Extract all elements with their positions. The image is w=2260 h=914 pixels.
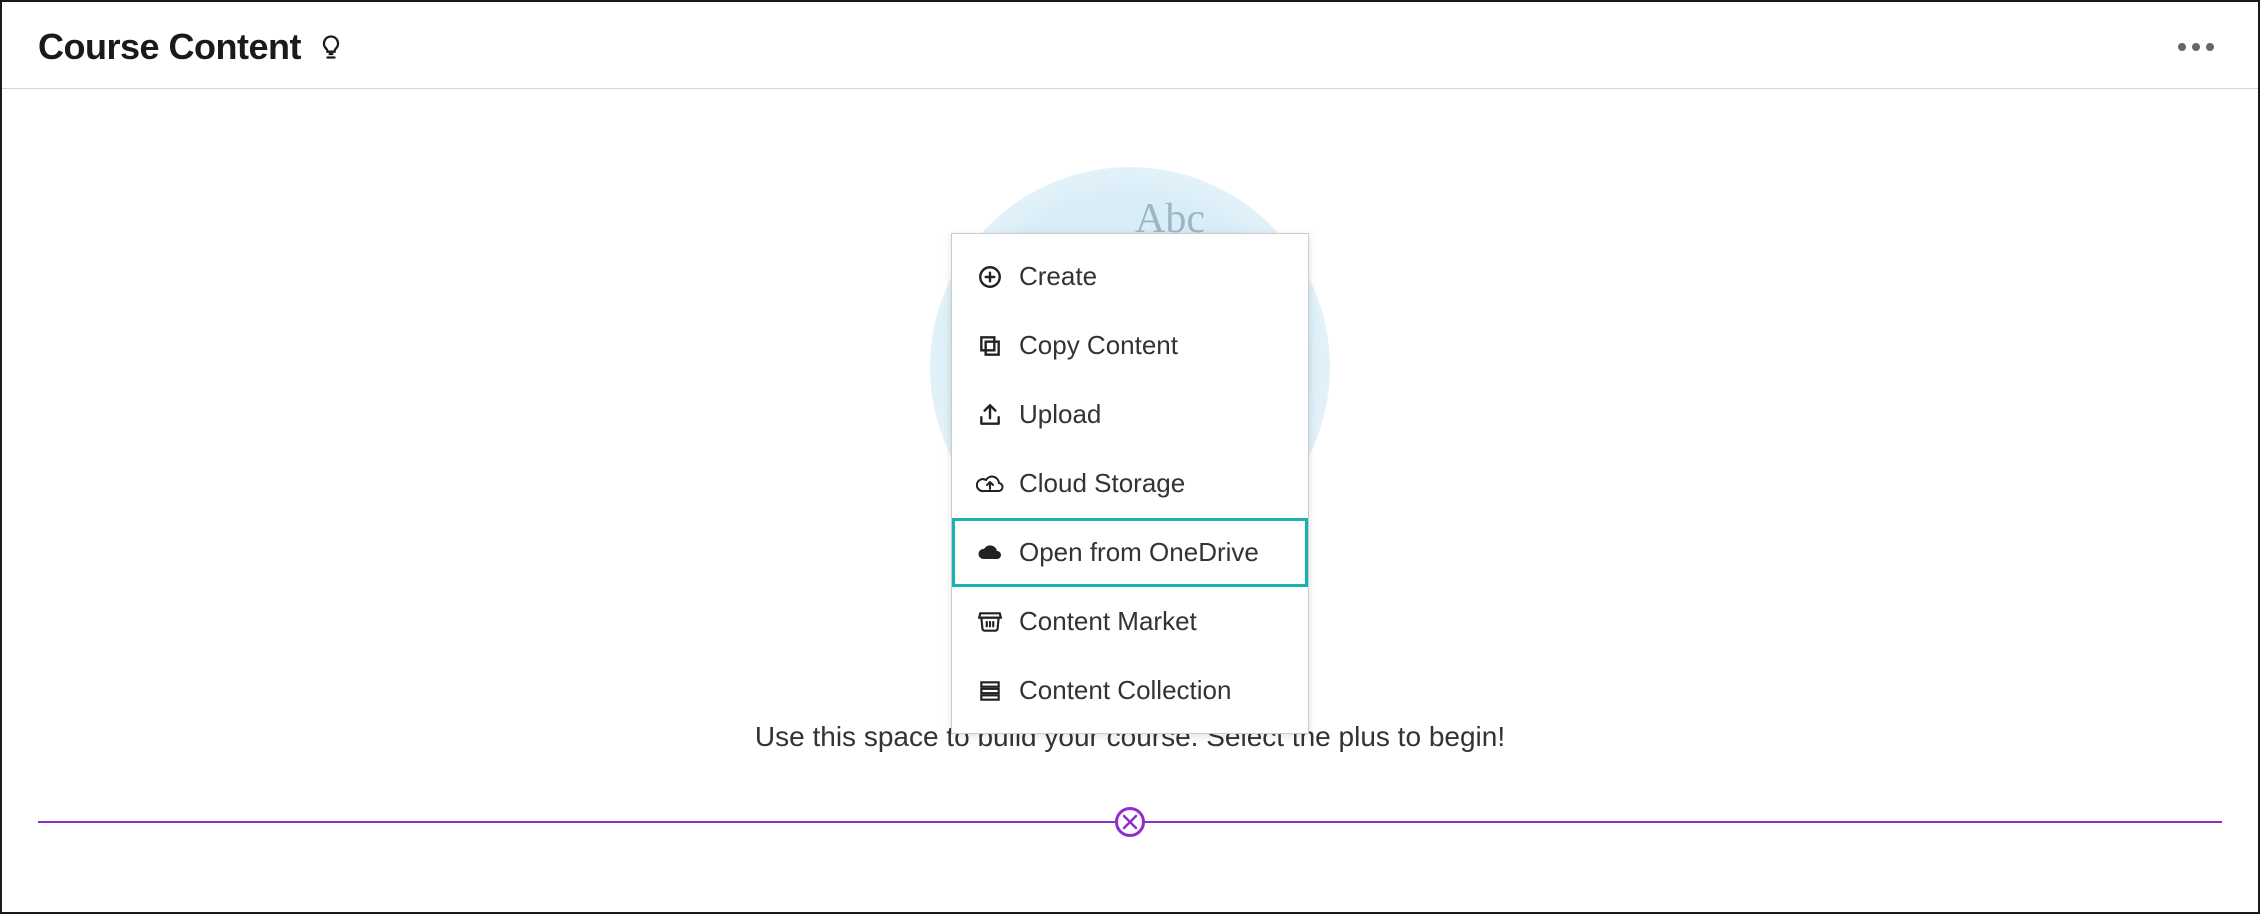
menu-item-copy-content[interactable]: Copy Content [952,311,1308,380]
upload-icon [975,400,1005,430]
menu-item-label: Open from OneDrive [1019,537,1259,568]
header-left: Course Content [38,26,345,68]
plus-circle-icon [975,262,1005,292]
menu-item-label: Upload [1019,399,1101,430]
menu-item-label: Content Market [1019,606,1197,637]
cloud-up-icon [975,469,1005,499]
more-options-button[interactable] [2170,35,2222,59]
market-icon [975,607,1005,637]
lightbulb-icon[interactable] [317,33,345,61]
menu-item-label: Cloud Storage [1019,468,1185,499]
menu-item-cloud-storage[interactable]: Cloud Storage [952,449,1308,518]
content-area: Abc Use this space to build your course.… [2,89,2258,883]
copy-icon [975,331,1005,361]
panel-header: Course Content [2,2,2258,89]
add-content-menu: Create Copy Content Up [951,233,1309,734]
menu-item-label: Create [1019,261,1097,292]
menu-item-create[interactable]: Create [952,242,1308,311]
collection-icon [975,676,1005,706]
menu-item-label: Content Collection [1019,675,1231,706]
menu-item-content-collection[interactable]: Content Collection [952,656,1308,725]
onedrive-icon [975,538,1005,568]
menu-item-content-market[interactable]: Content Market [952,587,1308,656]
menu-item-label: Copy Content [1019,330,1178,361]
course-content-panel: Course Content Abc Use this space to bui… [0,0,2260,914]
add-content-button[interactable] [1115,807,1145,837]
page-title: Course Content [38,26,301,68]
menu-item-upload[interactable]: Upload [952,380,1308,449]
menu-item-open-onedrive[interactable]: Open from OneDrive [952,518,1308,587]
